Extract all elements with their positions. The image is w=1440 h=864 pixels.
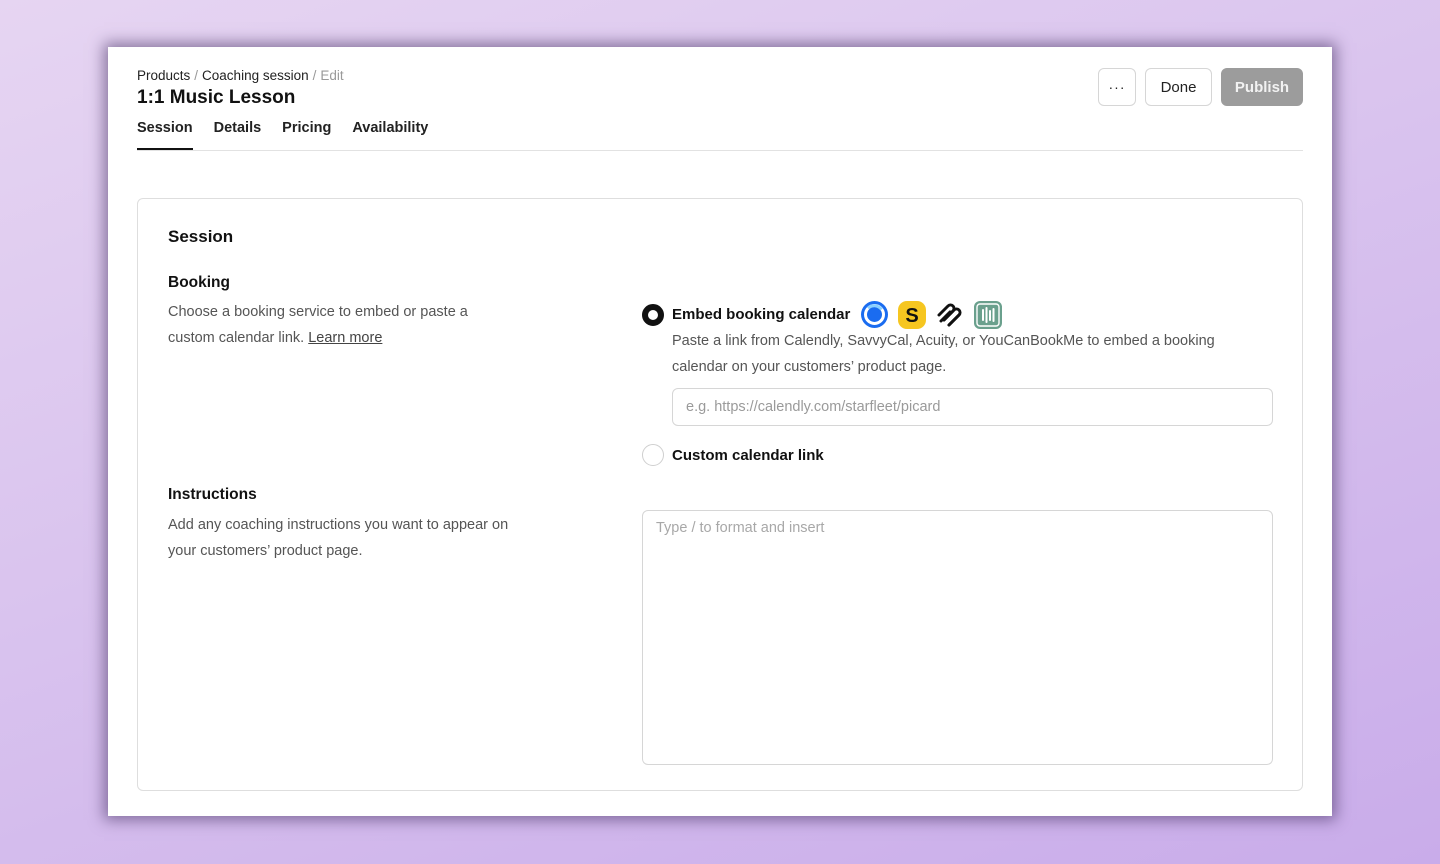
youcanbookme-icon	[974, 300, 1003, 329]
header-divider	[137, 150, 1303, 151]
tab-bar: Session Details Pricing Availability	[137, 118, 449, 150]
instructions-description: Add any coaching instructions you want t…	[168, 517, 509, 559]
svg-text:S: S	[906, 305, 919, 327]
savvycal-icon: S	[898, 300, 927, 329]
instructions-editor[interactable]	[642, 510, 1273, 765]
breadcrumb-edit: Edit	[320, 68, 344, 83]
publish-button[interactable]: Publish	[1221, 68, 1303, 106]
breadcrumb-products[interactable]: Products	[137, 68, 190, 83]
embed-calendar-description: Paste a link from Calendly, SavvyCal, Ac…	[672, 333, 1215, 375]
booking-description: Choose a booking service to embed or pas…	[168, 299, 513, 351]
breadcrumb-separator: /	[312, 68, 317, 83]
app-window: Products / Coaching session / Edit 1:1 Music…	[108, 47, 1332, 816]
tab-details[interactable]: Details	[214, 118, 262, 150]
embed-calendar-label[interactable]: Embed booking calendar	[672, 306, 850, 323]
breadcrumb-separator: /	[194, 68, 199, 83]
more-options-button[interactable]: ···	[1098, 68, 1136, 106]
tab-availability[interactable]: Availability	[352, 118, 428, 150]
booking-heading: Booking	[168, 274, 230, 291]
learn-more-link[interactable]: Learn more	[308, 330, 382, 346]
embed-calendar-option[interactable]: Embed booking calendar S	[642, 300, 1003, 329]
breadcrumb: Products / Coaching session / Edit	[137, 68, 344, 83]
page-title: 1:1 Music Lesson	[137, 87, 296, 108]
custom-calendar-option[interactable]: Custom calendar link	[642, 444, 824, 466]
card-title: Session	[168, 227, 234, 246]
acuity-icon	[937, 302, 962, 326]
tab-pricing[interactable]: Pricing	[282, 118, 331, 150]
booking-service-icons: S	[860, 300, 1003, 329]
embed-calendar-radio[interactable]	[642, 303, 664, 326]
calendar-url-input[interactable]	[672, 388, 1273, 426]
done-button[interactable]: Done	[1145, 68, 1212, 106]
header-actions: ··· Done Publish	[1098, 68, 1303, 106]
calendly-icon	[861, 301, 889, 328]
custom-calendar-label[interactable]: Custom calendar link	[672, 447, 824, 464]
breadcrumb-coaching-session[interactable]: Coaching session	[202, 68, 309, 83]
instructions-heading: Instructions	[168, 486, 257, 503]
custom-calendar-radio[interactable]	[642, 444, 664, 466]
tab-session[interactable]: Session	[137, 118, 193, 150]
session-card: Session Booking Choose a booking service…	[137, 198, 1303, 791]
